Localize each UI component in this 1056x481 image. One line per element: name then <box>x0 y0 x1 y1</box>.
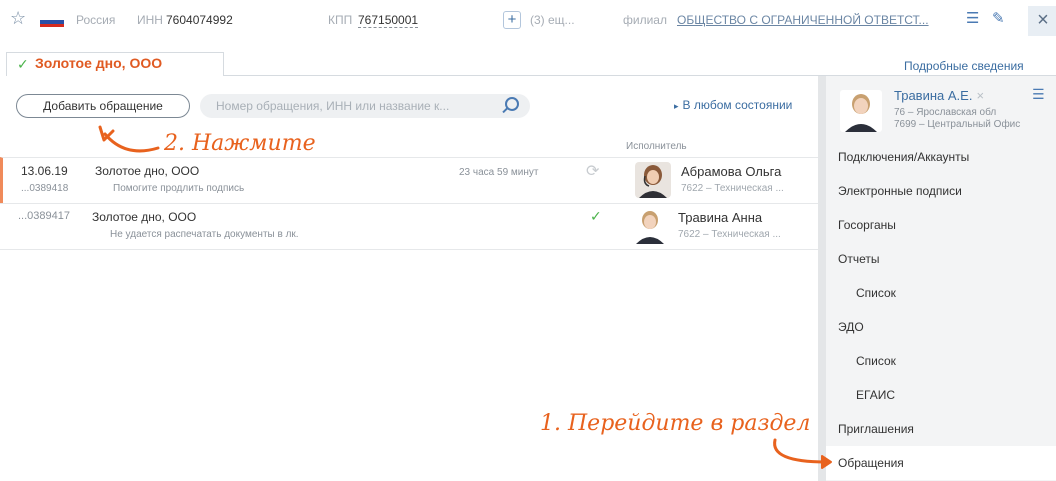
arrow-to-add-button-head <box>98 125 115 142</box>
pen-icon[interactable]: ✎ <box>992 11 1005 27</box>
avatar <box>840 90 882 132</box>
menu-item-edo[interactable]: ЭДО <box>826 310 1056 344</box>
menu-item-edo-list[interactable]: Список <box>826 344 1056 378</box>
menu-item-reports-list[interactable]: Список <box>826 276 1056 310</box>
profile-region: 76 – Ярославская обл <box>894 107 997 118</box>
row-date: 13.06.19 <box>21 164 68 178</box>
russia-flag-icon <box>40 17 64 27</box>
inn-value: 7604074992 <box>166 13 233 27</box>
inn-label: ИНН <box>137 13 163 27</box>
row-department: 7622 – Техническая ... <box>681 183 784 194</box>
row-number: ...0389417 <box>18 210 70 222</box>
hint-go-to-section: 1. Перейдите в раздел <box>540 411 811 436</box>
menu-icon[interactable]: ☰ <box>1032 86 1045 103</box>
row-description: Помогите продлить подпись <box>113 183 245 194</box>
kpp-label: КПП <box>328 13 353 27</box>
top-bar: ☆ Россия ИНН 7604074992 КПП 767150001 + … <box>0 0 1056 40</box>
row-executor: Абрамова Ольга <box>681 164 782 179</box>
table-row[interactable]: ...0389417 Золотое дно, ООО Не удается р… <box>0 203 818 249</box>
right-panel: Травина А.Е. × 76 – Ярославская обл 7699 … <box>818 76 1056 481</box>
triangle-right-icon: ▸ <box>674 101 679 111</box>
user-profile: Травина А.Е. × 76 – Ярославская обл 7699 … <box>826 80 1056 140</box>
row-time-left: 23 часа 59 минут <box>459 167 539 178</box>
row-number: ...0389418 <box>21 183 69 194</box>
state-filter-link[interactable]: ▸ В любом состоянии <box>674 98 792 112</box>
row-executor: Травина Анна <box>678 210 763 225</box>
menu-item-egais[interactable]: ЕГАИС <box>826 378 1056 412</box>
table-row[interactable]: 13.06.19 ...0389418 Золотое дно, ООО Пом… <box>0 157 818 203</box>
tab-organization[interactable]: ✓ Золотое дно, ООО <box>6 52 224 76</box>
row-client: Золотое дно, ООО <box>92 210 197 224</box>
executor-column-header: Исполнитель <box>626 141 687 152</box>
close-icon[interactable]: × <box>976 88 984 103</box>
arrow-to-add-button <box>103 132 160 153</box>
tab-row: ✓ Золотое дно, ООО Подробные сведения <box>0 40 1056 76</box>
menu-item-connections[interactable]: Подключения/Аккаунты <box>826 140 1056 174</box>
menu-item-requests[interactable]: Обращения <box>826 446 1056 480</box>
avatar <box>632 208 668 244</box>
country-label: Россия <box>76 13 116 27</box>
hint-press: 2. Нажмите <box>164 131 316 156</box>
requests-list: 13.06.19 ...0389418 Золотое дно, ООО Пом… <box>0 157 818 250</box>
row-divider <box>0 249 818 250</box>
profile-name[interactable]: Травина А.Е. × <box>894 88 984 103</box>
filter-lines-icon[interactable]: ☰ <box>966 11 979 27</box>
filial-link[interactable]: ОБЩЕСТВО С ОГРАНИЧЕННОЙ ОТВЕТСТ... <box>677 13 929 27</box>
menu-item-invitations[interactable]: Приглашения <box>826 412 1056 446</box>
star-icon[interactable]: ☆ <box>10 9 26 27</box>
search-icon[interactable] <box>505 97 519 111</box>
checkmark-icon: ✓ <box>590 208 602 224</box>
tab-label: Золотое дно, ООО <box>35 55 163 71</box>
search-placeholder: Номер обращения, ИНН или название к... <box>216 99 450 113</box>
row-description: Не удается распечатать документы в лк. <box>110 229 299 240</box>
profile-office: 7699 – Центральный Офис <box>894 119 1021 130</box>
refresh-icon: ⟳ <box>586 163 600 180</box>
check-icon: ✓ <box>17 56 29 72</box>
add-request-button[interactable]: Добавить обращение <box>16 94 190 118</box>
add-requisite-button[interactable]: + <box>503 11 521 29</box>
row-department: 7622 – Техническая ... <box>678 229 781 240</box>
menu-item-signatures[interactable]: Электронные подписи <box>826 174 1056 208</box>
row-client: Золотое дно, ООО <box>95 164 200 178</box>
state-filter-label: В любом состоянии <box>682 98 793 112</box>
section-menu: Подключения/Аккаунты Электронные подписи… <box>826 140 1056 480</box>
avatar <box>635 162 671 198</box>
close-icon[interactable]: × <box>1028 6 1056 36</box>
more-requisites-link[interactable]: (3) ещ... <box>530 13 575 27</box>
menu-item-gov[interactable]: Госорганы <box>826 208 1056 242</box>
search-input[interactable]: Номер обращения, ИНН или название к... <box>200 94 530 118</box>
menu-item-reports[interactable]: Отчеты <box>826 242 1056 276</box>
filial-label: филиал <box>623 13 667 27</box>
details-link[interactable]: Подробные сведения <box>904 59 1024 73</box>
kpp-value[interactable]: 767150001 <box>358 13 419 28</box>
